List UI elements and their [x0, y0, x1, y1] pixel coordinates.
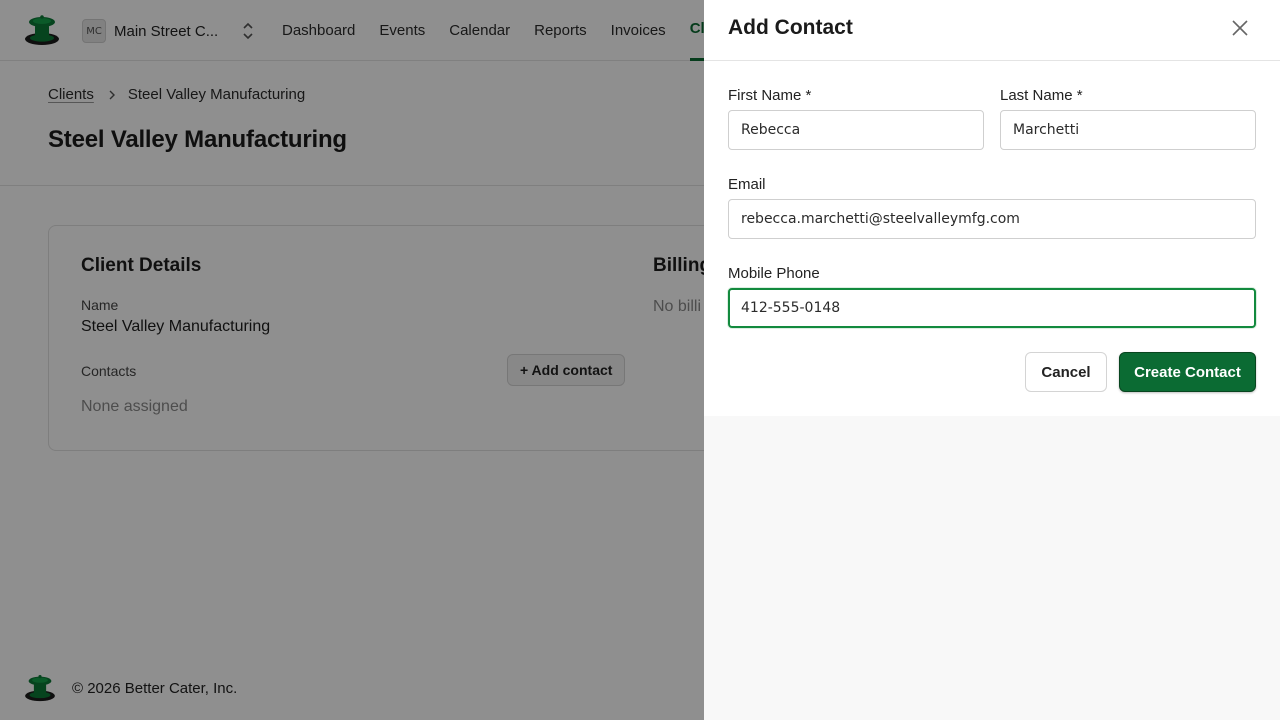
create-contact-button[interactable]: Create Contact — [1119, 352, 1256, 392]
add-contact-drawer: Add Contact First Name * Last Name * Ema… — [704, 0, 1280, 720]
email-label: Email — [728, 176, 766, 193]
first-name-input[interactable] — [728, 110, 984, 150]
last-name-input[interactable] — [1000, 110, 1256, 150]
cancel-button[interactable]: Cancel — [1025, 352, 1107, 392]
mobile-phone-input[interactable] — [728, 288, 1256, 328]
drawer-header: Add Contact — [704, 0, 1280, 61]
drawer-title: Add Contact — [728, 16, 853, 39]
email-input[interactable] — [728, 199, 1256, 239]
add-contact-form: Add Contact First Name * Last Name * Ema… — [704, 0, 1280, 416]
close-icon — [1232, 20, 1248, 36]
mobile-phone-label: Mobile Phone — [728, 265, 820, 282]
first-name-label: First Name * — [728, 87, 812, 104]
last-name-label: Last Name * — [1000, 87, 1083, 104]
close-button[interactable] — [1228, 16, 1252, 40]
